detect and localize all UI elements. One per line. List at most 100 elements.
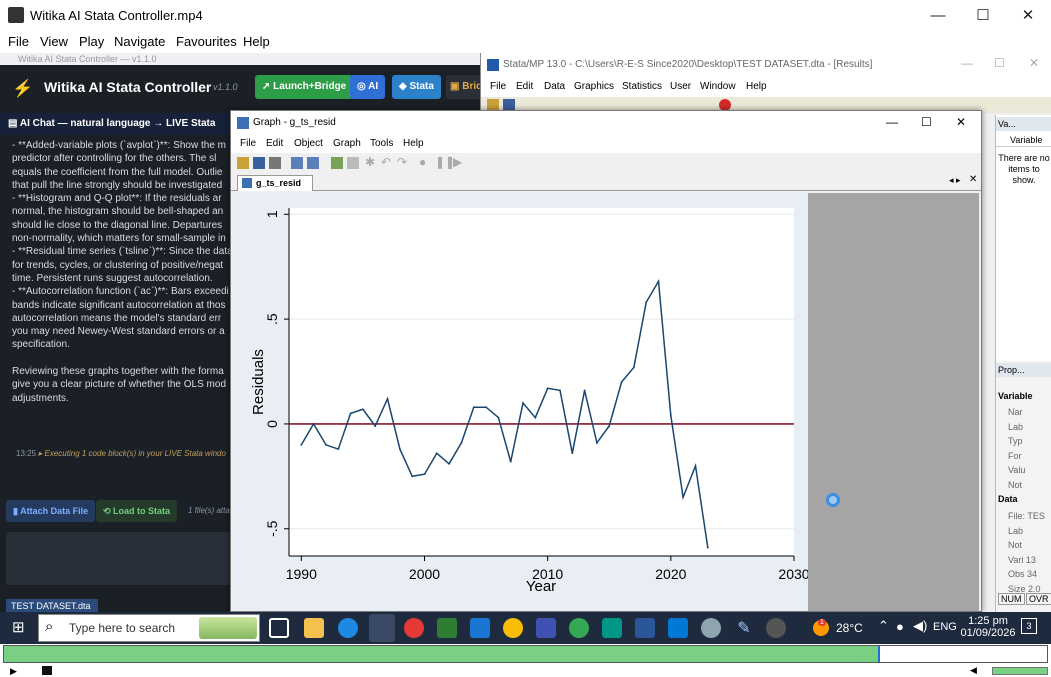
print-icon[interactable] <box>269 157 281 169</box>
data-point <box>546 387 549 390</box>
graph-menu-edit[interactable]: Edit <box>266 138 283 149</box>
properties-panel: Prop... Variable Nar Lab Typ For Valu No… <box>995 361 1051 612</box>
prop-row: Lab <box>1008 421 1024 432</box>
data-point <box>386 397 389 400</box>
seek-bar-fill <box>4 646 878 662</box>
close-button[interactable]: ✕ <box>1005 0 1051 31</box>
menu-view[interactable]: View <box>40 34 68 49</box>
stata-menu-user[interactable]: User <box>670 81 691 92</box>
windows-start-icon[interactable]: ⊞ <box>12 620 28 636</box>
record-icon[interactable]: ● <box>419 155 426 169</box>
stata-close-button[interactable]: ✕ <box>1029 56 1039 70</box>
launch-icon: ➚ <box>262 81 274 92</box>
tray-chevron-icon[interactable]: ⌃ <box>878 618 889 634</box>
undo-icon[interactable]: ↶ <box>381 155 391 169</box>
tab-g-ts-resid[interactable]: g_ts_resid <box>237 175 313 191</box>
minimize-button[interactable]: — <box>915 0 961 31</box>
excel-icon[interactable] <box>437 618 457 638</box>
stata-menu-graphics[interactable]: Graphics <box>574 81 614 92</box>
graph-menu-object[interactable]: Object <box>294 138 323 149</box>
stop-icon[interactable] <box>42 666 52 675</box>
properties-panel-title: Prop... <box>996 363 1051 377</box>
volume-icon[interactable]: ◀ <box>970 665 977 676</box>
terminal-icon[interactable] <box>602 618 622 638</box>
file-tab[interactable]: TEST DATASET.dta × <box>6 599 98 612</box>
stata-menu-window[interactable]: Window <box>700 81 736 92</box>
load-to-stata-button[interactable]: ⟲ Load to Stata <box>96 500 178 522</box>
microphone-icon[interactable]: ● <box>896 619 904 634</box>
menu-favourites[interactable]: Favourites <box>176 34 237 49</box>
rename-icon[interactable] <box>307 157 319 169</box>
chrome-icon[interactable] <box>569 618 589 638</box>
taskbar-search[interactable]: ⌕ Type here to search <box>38 614 260 642</box>
stata-label: Stata <box>409 81 434 92</box>
graph-menu-graph[interactable]: Graph <box>333 138 361 149</box>
seek-handle[interactable] <box>878 646 880 662</box>
speaker-icon[interactable]: ◀) <box>913 618 927 634</box>
chat-header-label: AI Chat — natural language → LIVE Stata <box>19 118 216 129</box>
save-icon[interactable] <box>253 157 265 169</box>
tab-close-icon[interactable]: ✕ <box>969 174 977 185</box>
player-controls: ▶ ◀ <box>0 664 1051 676</box>
attach-data-button[interactable]: ▮ Attach Data File <box>6 500 96 522</box>
vscode-icon[interactable] <box>470 618 490 638</box>
editor-icon[interactable] <box>331 157 343 169</box>
stata-menu-file[interactable]: File <box>490 81 506 92</box>
app-icon[interactable] <box>766 618 786 638</box>
opera-icon[interactable] <box>404 618 424 638</box>
app-icon[interactable] <box>668 618 688 638</box>
stata-maximize-button[interactable]: ☐ <box>994 56 1005 70</box>
open-icon[interactable] <box>237 157 249 169</box>
graph-menu-help[interactable]: Help <box>403 138 424 149</box>
copy-icon[interactable] <box>291 157 303 169</box>
graph-minimize-button[interactable]: — <box>886 115 898 129</box>
volume-slider[interactable] <box>992 667 1048 675</box>
file-explorer-icon[interactable] <box>304 618 324 638</box>
launch-bridge-button[interactable]: ➚ Launch+Bridge <box>255 75 354 99</box>
num-status: NUM <box>998 593 1025 605</box>
data-point <box>620 381 623 383</box>
edge-icon[interactable] <box>338 618 358 638</box>
prop-row: Nar <box>1008 407 1023 417</box>
data-point <box>596 441 598 444</box>
ai-button[interactable]: ◎ AI <box>350 75 386 99</box>
redo-icon[interactable]: ↷ <box>397 155 407 169</box>
stata-menu-edit[interactable]: Edit <box>516 81 533 92</box>
stata-minimize-button[interactable]: — <box>961 56 973 70</box>
menu-help[interactable]: Help <box>243 34 270 49</box>
graph-menu-tools[interactable]: Tools <box>370 138 393 149</box>
graph-menu-file[interactable]: File <box>240 138 256 149</box>
graph-close-button[interactable]: ✕ <box>956 115 966 129</box>
tray-clock[interactable]: 1:25 pm 01/09/2026 <box>960 615 1016 639</box>
files-attached-text: 1 file(s) atta <box>188 506 230 515</box>
stata-button[interactable]: ◆ Stata <box>392 75 441 99</box>
variable-column-header: Variable <box>996 133 1051 147</box>
graph-maximize-button[interactable]: ☐ <box>921 115 932 129</box>
active-app-icon[interactable] <box>369 614 395 642</box>
exec-status: 13:25 ▸ Executing 1 code block(s) in you… <box>16 449 230 458</box>
play-icon[interactable]: ▶ <box>10 666 17 677</box>
menu-play[interactable]: Play <box>79 34 104 49</box>
stata-menu-data[interactable]: Data <box>544 81 565 92</box>
notification-icon[interactable]: 3 <box>1021 618 1037 634</box>
stata-menu-help[interactable]: Help <box>746 81 767 92</box>
task-view-icon[interactable] <box>269 618 289 638</box>
stata-menu-statistics[interactable]: Statistics <box>622 81 662 92</box>
pointer-icon[interactable]: ✱ <box>365 155 375 169</box>
chrome-icon[interactable] <box>503 618 523 638</box>
menu-navigate[interactable]: Navigate <box>114 34 165 49</box>
app-icon[interactable] <box>701 618 721 638</box>
tab-scroll-icon[interactable]: ◂ ▸ <box>949 175 961 186</box>
word-icon[interactable] <box>635 618 655 638</box>
language-indicator[interactable]: ENG <box>933 621 957 633</box>
maximize-button[interactable]: ☐ <box>960 0 1006 31</box>
pen-icon[interactable]: ✎ <box>734 618 754 638</box>
chat-input[interactable] <box>6 532 232 585</box>
load-icon: ⟲ <box>103 506 114 516</box>
app-icon[interactable] <box>536 618 556 638</box>
play-icon[interactable]: ▶ <box>453 155 462 169</box>
menu-file[interactable]: File <box>8 34 29 49</box>
graph-menu-bar: File Edit Object Graph Tools Help <box>231 135 981 153</box>
chat-panel-header: ▤ AI Chat — natural language → LIVE Stat… <box>0 113 232 135</box>
properties-icon[interactable] <box>347 157 359 169</box>
